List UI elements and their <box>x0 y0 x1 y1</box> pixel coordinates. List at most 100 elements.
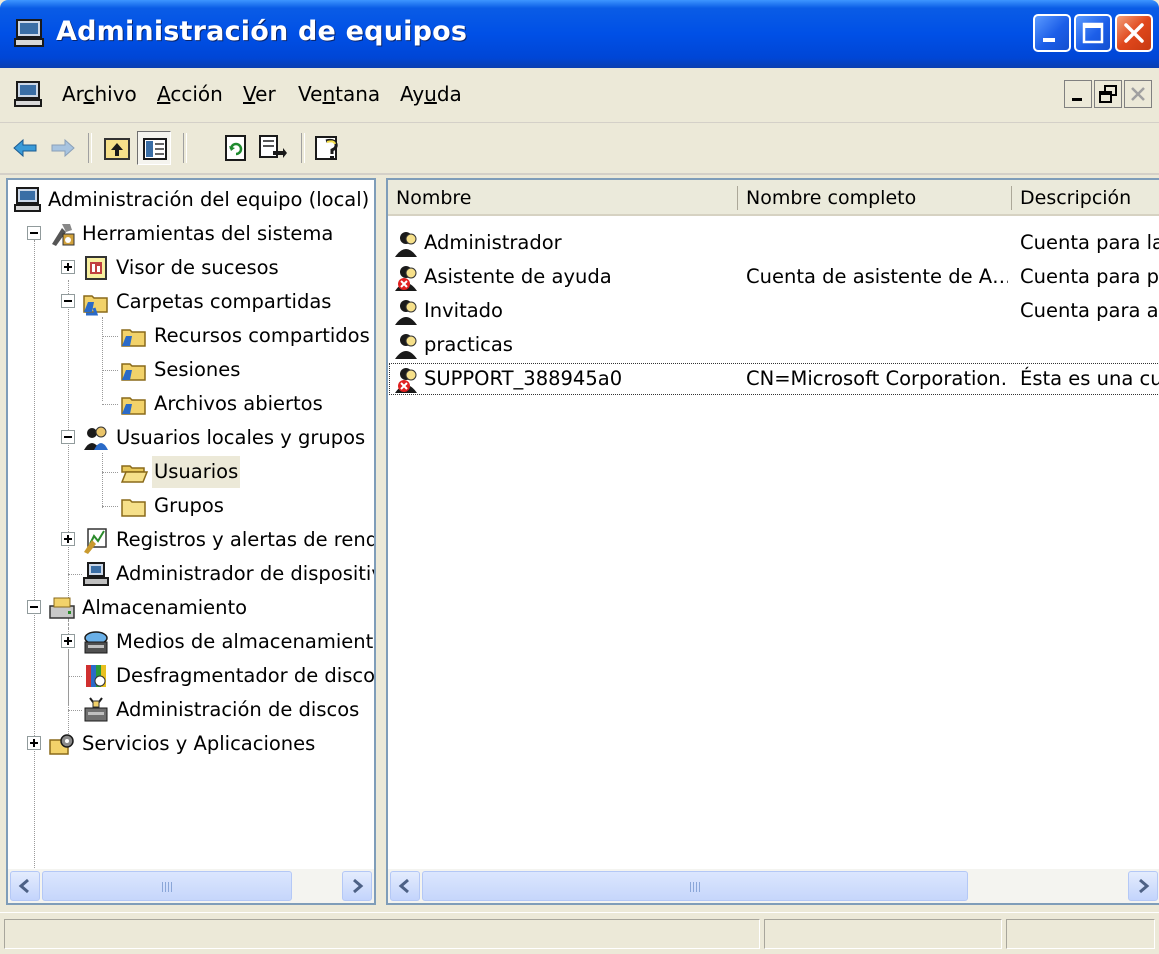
shared-folder-icon <box>121 329 146 347</box>
collapse-toggle[interactable] <box>27 226 41 240</box>
user-icon <box>395 232 417 257</box>
status-pane-main <box>4 919 760 949</box>
cell-name: Administrador <box>424 231 562 254</box>
minus-icon <box>64 300 72 302</box>
cell-full-name: Cuenta de asistente de A… <box>746 265 1008 288</box>
console-tree[interactable]: Administración del equipo (local) Herram… <box>6 178 376 905</box>
device-manager-icon <box>83 562 109 586</box>
tree-label: Registros y alertas de rendim <box>116 528 376 551</box>
mdi-minimize-button[interactable] <box>1064 80 1092 108</box>
tree-label: Grupos <box>154 494 224 517</box>
tree-label: Desfragmentador de disco <box>116 664 376 687</box>
plus-icon <box>64 535 72 543</box>
menu-archivo[interactable]: Archivo <box>62 82 137 106</box>
mdi-restore-button[interactable] <box>1094 80 1122 108</box>
maximize-button[interactable] <box>1074 14 1112 52</box>
restore-icon <box>1099 85 1117 103</box>
up-level-button[interactable] <box>100 131 134 165</box>
tools-icon <box>52 224 75 246</box>
maximize-icon <box>1082 22 1104 44</box>
expand-toggle[interactable] <box>61 532 75 546</box>
minimize-button[interactable] <box>1033 14 1071 52</box>
tree-line <box>68 676 82 677</box>
table-row[interactable]: SUPPORT_388945a0 CN=Microsoft Corporatio… <box>388 362 1159 396</box>
export-list-button[interactable] <box>255 131 289 165</box>
tree-label: Usuarios locales y grupos <box>116 426 366 449</box>
performance-logs-icon <box>84 528 107 554</box>
cell-name: SUPPORT_388945a0 <box>424 367 623 390</box>
list-horizontal-scrollbar[interactable] <box>388 869 1159 903</box>
computer-management-icon <box>14 19 44 47</box>
tree-label: Archivos abiertos <box>154 392 323 415</box>
collapse-toggle[interactable] <box>61 294 75 308</box>
tree-label: Administración del equipo (local) <box>48 188 370 211</box>
column-header-nombre-completo[interactable]: Nombre completo <box>738 180 1012 216</box>
tree-label: Visor de sucesos <box>116 256 279 279</box>
table-row[interactable]: Invitado Cuenta para ac <box>388 294 1159 328</box>
mdi-close-button[interactable] <box>1124 80 1152 108</box>
tree-line <box>102 370 118 371</box>
chevron-right-icon <box>1139 878 1150 894</box>
table-row[interactable]: Asistente de ayuda Cuenta de asistente d… <box>388 260 1159 294</box>
scroll-right-button[interactable] <box>1128 871 1158 901</box>
close-icon <box>1124 23 1144 43</box>
show-hide-tree-icon <box>143 138 167 160</box>
back-arrow-icon <box>13 138 37 158</box>
table-row[interactable]: Administrador Cuenta para la <box>388 226 1159 260</box>
scroll-thumb[interactable] <box>42 871 292 901</box>
chevron-right-icon <box>353 878 364 894</box>
computer-icon[interactable] <box>14 80 44 108</box>
menu-accion[interactable]: Acción <box>157 82 223 106</box>
scroll-left-button[interactable] <box>10 871 40 901</box>
tree-label: Recursos compartidos <box>154 324 370 347</box>
column-header-descripcion[interactable]: Descripción <box>1012 180 1159 216</box>
minimize-icon <box>1072 98 1082 101</box>
tree-line <box>102 453 103 508</box>
tree-line <box>34 240 35 903</box>
toolbar <box>0 123 1159 175</box>
details-list[interactable]: Nombre Nombre completo Descripción Admin… <box>386 178 1159 905</box>
shared-folder-icon <box>121 363 146 381</box>
tree-label: Carpetas compartidas <box>116 290 332 313</box>
tree-line <box>102 404 118 405</box>
back-button[interactable] <box>8 131 42 165</box>
collapse-toggle[interactable] <box>61 430 75 444</box>
close-button[interactable] <box>1115 14 1153 52</box>
event-viewer-icon <box>85 256 107 280</box>
show-hide-tree-button[interactable] <box>137 131 171 165</box>
plus-icon <box>30 739 38 747</box>
collapse-toggle[interactable] <box>27 600 41 614</box>
menu-ver[interactable]: Ver <box>243 82 276 106</box>
scroll-left-button[interactable] <box>390 871 420 901</box>
disabled-user-icon <box>395 266 417 291</box>
defrag-icon <box>86 665 106 687</box>
menu-ventana[interactable]: Ventana <box>298 82 380 106</box>
refresh-button[interactable] <box>219 131 253 165</box>
scroll-right-button[interactable] <box>342 871 372 901</box>
tree-line <box>102 472 118 473</box>
status-bar <box>0 912 1159 954</box>
menu-bar: Archivo Acción Ver Ventana Ayuda <box>0 68 1159 123</box>
expand-toggle[interactable] <box>61 260 75 274</box>
expand-toggle[interactable] <box>27 736 41 750</box>
title-bar[interactable]: Administración de equipos <box>0 0 1159 68</box>
cell-name: Invitado <box>424 299 503 322</box>
table-row[interactable]: practicas <box>388 328 1159 362</box>
menu-ayuda[interactable]: Ayuda <box>400 82 462 106</box>
column-header-nombre[interactable]: Nombre <box>388 180 738 216</box>
help-button[interactable] <box>312 131 346 165</box>
scroll-thumb[interactable] <box>422 871 968 901</box>
pane-splitter[interactable] <box>376 178 386 905</box>
cell-description: Cuenta para ac <box>1020 299 1159 322</box>
expand-toggle[interactable] <box>61 634 75 648</box>
status-pane-tertiary <box>1006 919 1155 949</box>
toolbar-separator <box>88 133 92 163</box>
plus-icon <box>64 637 72 645</box>
user-icon <box>395 300 417 325</box>
cell-description: Cuenta para pr <box>1020 265 1159 288</box>
forward-button[interactable] <box>46 131 80 165</box>
chevron-left-icon <box>18 878 29 894</box>
tree-horizontal-scrollbar[interactable] <box>8 869 374 903</box>
column-label: Nombre <box>396 187 472 209</box>
tree-label: Medios de almacenamiento e <box>116 630 376 653</box>
